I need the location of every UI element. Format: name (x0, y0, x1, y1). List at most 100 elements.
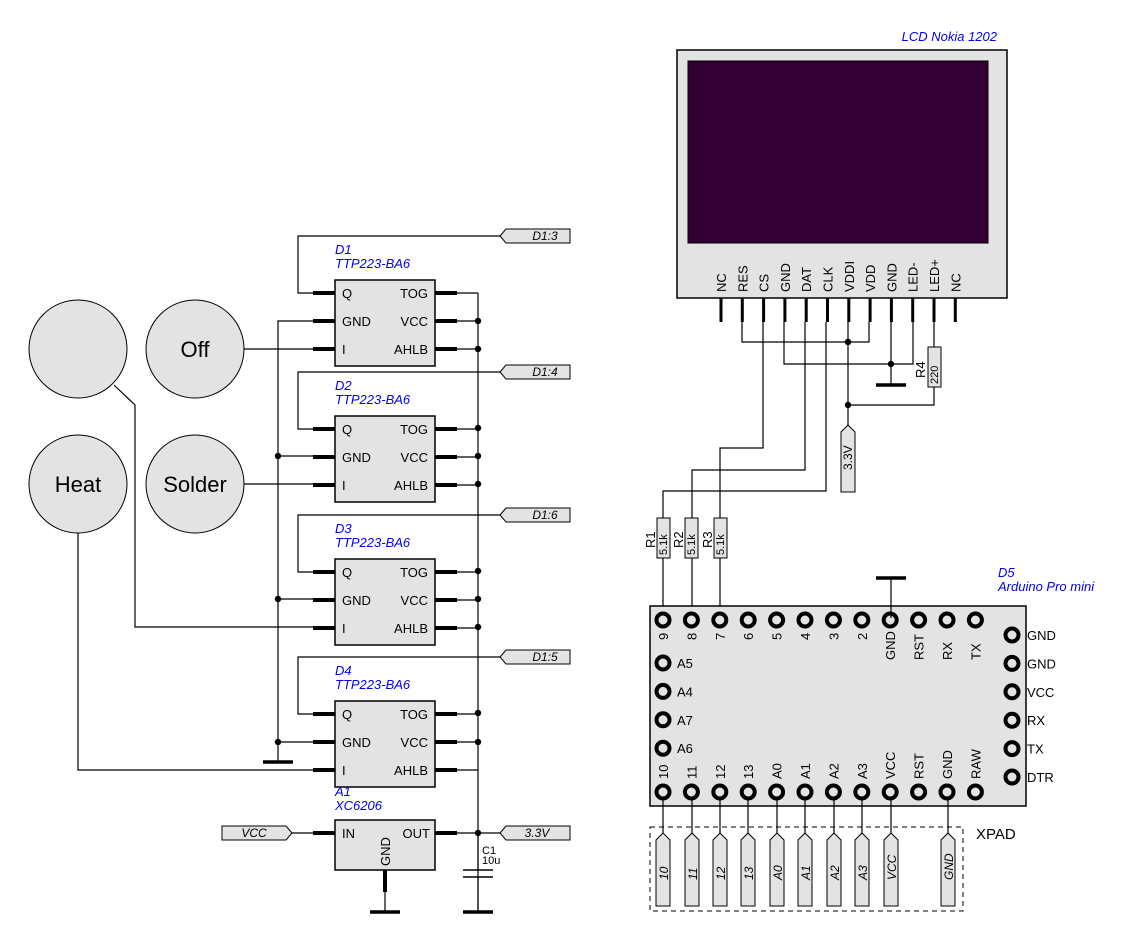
lcd-pin-label: RES (735, 265, 750, 292)
pin-label: 10 (656, 765, 671, 779)
svg-text:3.3V: 3.3V (841, 445, 855, 470)
chip-part: TTP223-BA6 (335, 392, 411, 407)
lcd-pin-label: VDDI (842, 261, 857, 292)
svg-text:12: 12 (714, 866, 728, 880)
xpad-net-label: 12 (712, 799, 728, 907)
xpad-pins: 10 11 12 13 A0 A1 A2 A3 VCC GND (655, 799, 956, 907)
pin-label: TOG (400, 286, 428, 301)
lcd-nokia-1202[interactable]: LCD Nokia 1202 NC RES CS GND DAT CLK VDDI VDD GN… (676, 29, 1008, 322)
resistor-r3: 5.1k R3 (700, 517, 728, 559)
pin-label: AHLB (394, 763, 428, 778)
pin-label: 6 (741, 633, 756, 640)
ttp223-chip-d1[interactable]: D1TTP223-BA6 Q TOG GND VCC I AHLB D1:3 (297, 228, 571, 367)
button-label: Off (181, 337, 211, 362)
pin-label: GND (342, 735, 371, 750)
pin-label: A5 (677, 656, 693, 671)
pin-label: 4 (798, 633, 813, 640)
svg-text:D1:4: D1:4 (532, 365, 558, 379)
schematic-canvas: Off Heat Solder D1TTP223-BA6Q TOGGND VCC… (28, 29, 1095, 914)
button-label: Heat (55, 472, 101, 497)
pin-label: I (342, 763, 346, 778)
pin-label: TX (1027, 742, 1044, 757)
svg-text:10: 10 (657, 866, 671, 880)
touch-button-solder[interactable]: Solder (145, 434, 245, 534)
pin-label: AHLB (394, 342, 428, 357)
svg-text:A1: A1 (799, 865, 813, 881)
pin-label: A2 (826, 763, 841, 779)
lcd-pin-label: LED- (906, 262, 921, 292)
pin-label: RX (1027, 713, 1045, 728)
lcd-pin-label: GND (778, 263, 793, 292)
svg-text:D1:5: D1:5 (532, 650, 558, 664)
pin-label: GND (342, 593, 371, 608)
pin-label: 13 (741, 765, 756, 779)
pin-label: I (342, 342, 346, 357)
pin-label: GND (342, 450, 371, 465)
pin-label: VCC (401, 450, 428, 465)
xpad-net-label: A2 (826, 799, 842, 907)
svg-text:A0: A0 (771, 865, 785, 881)
resistor-r2: 5.1k R2 (671, 517, 699, 559)
pin-label: 11 (684, 766, 699, 780)
lcd-pin-label: CS (757, 274, 772, 292)
pin-label: Q (342, 286, 352, 301)
ttp223-chip-d3[interactable]: D3TTP223-BA6 Q TOG GND VCC I AHLB D1:6 (297, 507, 571, 646)
pin-label: TOG (400, 707, 428, 722)
regulator-a1[interactable]: A1 XC6206 IN OUT GND (313, 784, 457, 892)
pin-label: Q (342, 422, 352, 437)
pin-label: VCC (1027, 685, 1054, 700)
pin-label: 3 (826, 633, 841, 640)
pin-label: AHLB (394, 621, 428, 636)
xpad-net-label: A0 (769, 799, 785, 907)
svg-text:D1:3: D1:3 (532, 229, 558, 243)
svg-text:VCC: VCC (241, 826, 267, 840)
ttp223-chip-d2[interactable]: D2TTP223-BA6 Q TOG GND VCC I AHLB D1:4 (297, 364, 571, 503)
net-label-d1-3: D1:3 (499, 228, 571, 244)
net-label-3v3-out: 3.3V (499, 825, 571, 841)
svg-text:R4: R4 (913, 361, 928, 378)
pin-label: I (342, 621, 346, 636)
right-vcc-rail (474, 293, 482, 910)
xpad-label: XPAD (976, 826, 1016, 843)
pin-label: VCC (401, 593, 428, 608)
touch-button-off[interactable]: Off (145, 299, 245, 399)
chip-ref: D2 (335, 378, 352, 393)
pin-label: RST (912, 753, 927, 779)
pin-label: 12 (713, 765, 728, 779)
xpad-connector[interactable]: XPAD 10 11 12 13 A0 A1 A2 A3 VCC GND (649, 799, 1016, 912)
lcd-pin-label: CLK (821, 266, 836, 292)
net-label-lcd-3v3: 3.3V (840, 424, 856, 493)
lcd-title: LCD Nokia 1202 (902, 29, 998, 44)
svg-text:11: 11 (686, 868, 700, 880)
capacitor-c1: C1 10u (463, 833, 500, 914)
pin-label: 2 (855, 633, 870, 640)
svg-text:D1:6: D1:6 (532, 508, 558, 522)
xpad-net-label: 10 (655, 799, 671, 907)
svg-text:5.1k: 5.1k (715, 534, 727, 555)
button-label: Solder (163, 472, 227, 497)
resistor-r4: 220 R4 (913, 346, 942, 388)
xpad-net-label: VCC (883, 799, 899, 907)
lcd-pin: GND (884, 263, 899, 322)
xpad-net-label: 13 (740, 799, 756, 907)
touch-button-blank[interactable] (28, 299, 128, 399)
pin-label: TX (968, 643, 983, 660)
net-label-d1-4: D1:4 (499, 364, 571, 380)
pin-label: A3 (855, 763, 870, 779)
pin-label: VCC (401, 735, 428, 750)
lcd-pin-label: LED+ (927, 259, 942, 292)
chip-part: TTP223-BA6 (335, 677, 411, 692)
svg-text:A3: A3 (856, 865, 870, 881)
lcd-wiring (662, 322, 935, 615)
svg-text:R3: R3 (700, 531, 715, 548)
pin-label: OUT (403, 826, 431, 841)
lcd-pin-label: DAT (799, 267, 814, 292)
arduino-part: Arduino Pro mini (997, 579, 1095, 594)
arduino-pro-mini[interactable]: D5 Arduino Pro mini 9 8 7 6 5 4 3 2 GND RST RX TX A5… (649, 565, 1095, 807)
pin-label: GND (940, 750, 955, 779)
chip-ref: D3 (335, 521, 352, 536)
svg-text:3.3V: 3.3V (525, 826, 551, 840)
pin-label: 7 (713, 633, 728, 640)
ttp223-chip-d4[interactable]: D4TTP223-BA6 Q TOG GND VCC I AHLB D1:5 (297, 649, 571, 788)
touch-button-heat[interactable]: Heat (28, 434, 128, 534)
